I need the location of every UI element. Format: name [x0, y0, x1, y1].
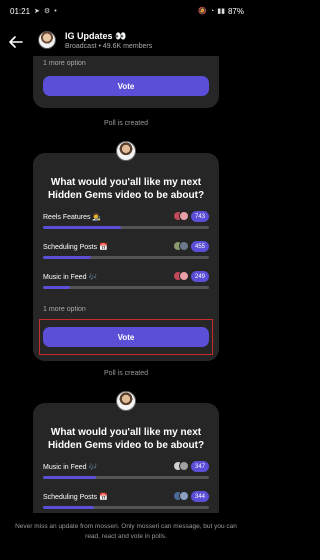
signal-icon: ▮▮: [217, 8, 225, 15]
telegram-icon: ➤: [34, 8, 40, 15]
poll-option-label: Music in Feed 🎶: [43, 274, 98, 281]
progress-fill: [43, 226, 122, 229]
voter-avatar: [179, 241, 189, 251]
poll-option-label: Music in Feed 🎶: [43, 464, 98, 471]
status-time: 01:21: [10, 6, 31, 16]
poll-author-avatar: [116, 391, 136, 411]
vote-count-badge: 249: [191, 271, 209, 282]
channel-subtitle: Broadcast • 49.6K members: [65, 43, 153, 50]
channel-title[interactable]: IG Updates 👀: [65, 31, 126, 42]
poll-created-notice: Poll is created: [104, 370, 148, 377]
progress-track: [43, 286, 209, 289]
progress-fill: [43, 286, 70, 289]
voter-avatar: [179, 461, 189, 471]
vote-count-badge: 455: [191, 241, 209, 252]
poll-option[interactable]: Reels Features 🧑‍🎨 743: [43, 211, 209, 231]
poll-option[interactable]: Music in Feed 🎶 347: [43, 461, 209, 481]
poll-option-label: Scheduling Posts 📅: [43, 244, 108, 251]
vote-highlight-box: [39, 319, 213, 355]
voter-avatars: [173, 271, 189, 282]
vote-count-badge: 344: [191, 491, 209, 502]
vote-count-badge: 743: [191, 211, 209, 222]
progress-track: [43, 476, 209, 479]
progress-fill: [43, 476, 97, 479]
voter-avatar: [179, 271, 189, 281]
status-right: 🔕 ◔ ▮▮ 87%: [198, 7, 244, 16]
broadcast-footer-note: Never miss an update from mosseri. Only …: [15, 523, 237, 540]
voter-avatars: [173, 461, 189, 472]
progress-track: [43, 226, 209, 229]
mute-icon: 🔕: [198, 8, 208, 15]
poll-option-label: Reels Features 🧑‍🎨: [43, 214, 102, 221]
battery-level: 87%: [227, 6, 244, 16]
progress-fill: [43, 506, 95, 509]
more-option-link[interactable]: 1 more option: [43, 306, 86, 313]
poll-option[interactable]: Scheduling Posts 📅 455: [43, 241, 209, 261]
poll-question: What would you'all like my next Hidden G…: [47, 427, 205, 451]
dot-icon: •: [54, 7, 57, 15]
voter-avatars: [173, 491, 189, 502]
progress-track: [43, 506, 209, 509]
voter-avatars: [173, 211, 189, 222]
poll-option[interactable]: Scheduling Posts 📅 344: [43, 491, 209, 511]
back-arrow-icon[interactable]: [9, 35, 23, 49]
gear-icon: ⚙: [43, 8, 51, 15]
previous-poll-card: 1 more option Vote: [33, 56, 219, 108]
poll-option-label: Scheduling Posts 📅: [43, 494, 108, 501]
poll-created-notice: Poll is created: [104, 120, 148, 127]
poll-question: What would you'all like my next Hidden G…: [47, 177, 205, 201]
voter-avatar: [179, 491, 189, 501]
vote-button[interactable]: Vote: [43, 76, 209, 96]
channel-avatar[interactable]: [38, 31, 56, 49]
progress-track: [43, 256, 209, 259]
poll-option[interactable]: Music in Feed 🎶 249: [43, 271, 209, 291]
status-left: 01:21 ➤ ⚙ •: [10, 7, 57, 16]
progress-fill: [43, 256, 92, 259]
status-bar: 01:21 ➤ ⚙ • 🔕 ◔ ▮▮ 87%: [0, 0, 252, 22]
poll-card: What would you'all like my next Hidden G…: [33, 391, 219, 513]
poll-author-avatar: [116, 141, 136, 161]
wifi-icon: ◔: [210, 7, 215, 15]
voter-avatars: [173, 241, 189, 252]
voter-avatar: [179, 211, 189, 221]
vote-count-badge: 347: [191, 461, 209, 472]
more-option-link[interactable]: 1 more option: [43, 60, 86, 67]
